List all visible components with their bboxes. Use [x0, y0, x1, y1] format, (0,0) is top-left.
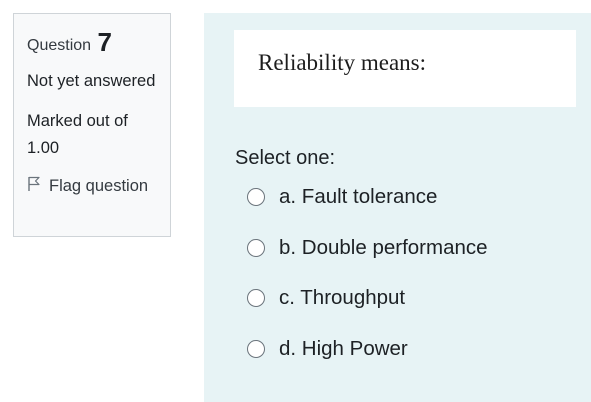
option-c-label[interactable]: c. Throughput	[279, 286, 405, 310]
option-b-label[interactable]: b. Double performance	[279, 236, 488, 260]
option-c[interactable]: c. Throughput	[247, 283, 488, 313]
radio-c[interactable]	[247, 289, 265, 307]
radio-a[interactable]	[247, 188, 265, 206]
flag-question-label: Flag question	[49, 177, 149, 195]
answer-options: a. Fault tolerance b. Double performance…	[247, 182, 488, 384]
question-label: Question	[27, 37, 92, 54]
question-state: Not yet answered	[27, 72, 156, 90]
question-text-box: Reliability means:	[234, 30, 576, 107]
flag-question-button[interactable]: Flag question	[27, 176, 170, 197]
radio-b[interactable]	[247, 238, 265, 257]
answer-prompt: Select one:	[235, 147, 336, 169]
radio-d[interactable]	[247, 339, 265, 358]
option-b[interactable]: b. Double performance	[247, 233, 488, 263]
option-a[interactable]: a. Fault tolerance	[247, 182, 488, 212]
option-d[interactable]: d. High Power	[247, 334, 488, 364]
question-grade: Marked out of 1.00	[27, 112, 128, 157]
question-number: 7	[97, 27, 112, 57]
question-content: Reliability means: Select one: a. Fault …	[204, 13, 591, 402]
question-info-panel: Question 7 Not yet answered Marked out o…	[13, 13, 171, 237]
question-text: Reliability means:	[258, 50, 426, 75]
option-a-label[interactable]: a. Fault tolerance	[279, 185, 437, 209]
option-d-label[interactable]: d. High Power	[279, 337, 408, 361]
question-number-heading: Question 7	[27, 28, 170, 60]
flag-icon	[27, 176, 49, 197]
